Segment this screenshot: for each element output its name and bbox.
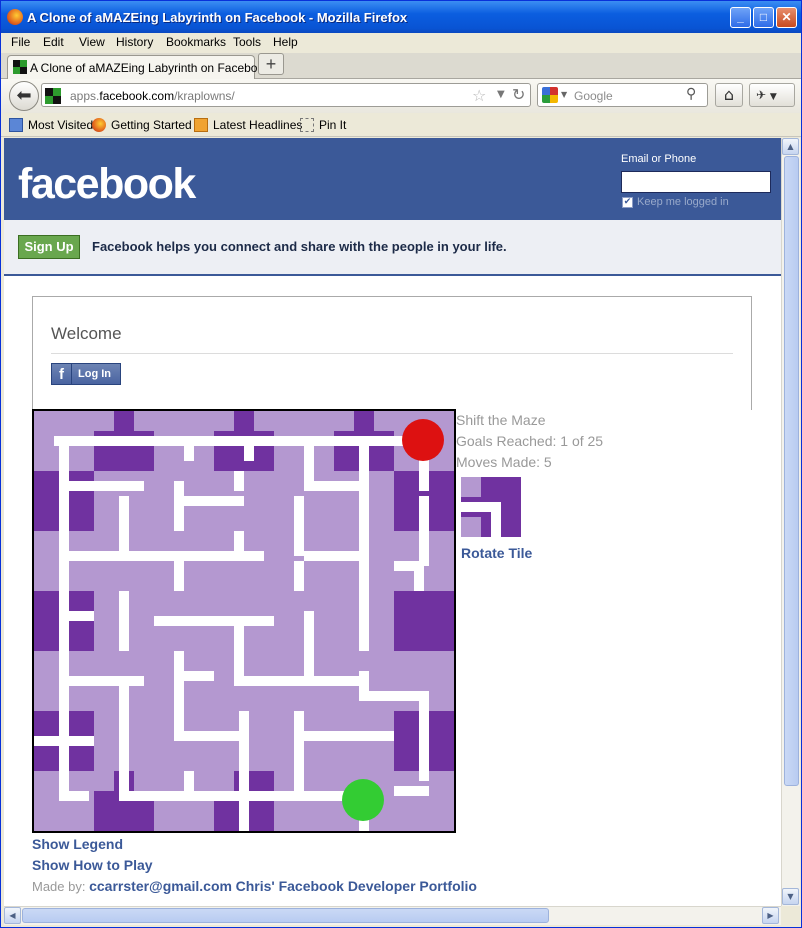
- menu-file[interactable]: File: [11, 35, 30, 49]
- search-bar[interactable]: ▼ Google ⚲: [537, 83, 708, 107]
- player-marker[interactable]: [342, 779, 384, 821]
- menu-tools[interactable]: Tools: [233, 35, 261, 49]
- rotate-tile-link[interactable]: Rotate Tile: [461, 545, 532, 561]
- bookmark-getting-started[interactable]: Getting Started: [92, 118, 192, 132]
- tab-title: A Clone of aMAZEing Labyrinth on Faceboo…: [30, 61, 271, 75]
- vertical-scrollbar[interactable]: ▲ ▼: [781, 138, 800, 906]
- tagline: Facebook helps you connect and share wit…: [92, 239, 507, 254]
- maze-svg: [34, 411, 454, 831]
- bookmark-page-icon: [300, 118, 314, 132]
- vertical-scroll-thumb[interactable]: [784, 156, 799, 786]
- log-in-button[interactable]: f Log In: [51, 363, 121, 385]
- moves-made: Moves Made: 5: [456, 454, 552, 470]
- google-engine-icon[interactable]: [542, 87, 558, 103]
- facebook-header: facebook Email or Phone ✔ Keep me logged…: [4, 138, 781, 220]
- home-button[interactable]: ⌂: [715, 83, 743, 107]
- address-bar[interactable]: apps.facebook.com/kraplowns/ ☆ ▼ ↻: [41, 83, 531, 107]
- maze-board[interactable]: [32, 409, 456, 833]
- signup-banner: Sign Up Facebook helps you connect and s…: [4, 220, 781, 276]
- author-email-link[interactable]: ccarrster@gmail.com: [89, 878, 232, 894]
- show-legend-link[interactable]: Show Legend: [32, 836, 123, 852]
- scroll-down-icon[interactable]: ▼: [782, 888, 799, 905]
- scroll-right-icon[interactable]: ▶: [762, 907, 779, 924]
- browser-window: A Clone of aMAZEing Labyrinth on Faceboo…: [0, 0, 802, 928]
- shift-arrow-tile[interactable]: [394, 591, 454, 651]
- email-field[interactable]: [621, 171, 771, 193]
- welcome-title: Welcome: [51, 324, 122, 343]
- spare-tile[interactable]: [461, 477, 521, 537]
- window-title: A Clone of aMAZEing Labyrinth on Faceboo…: [27, 10, 408, 25]
- portfolio-link[interactable]: Chris' Facebook Developer Portfolio: [236, 878, 477, 894]
- horizontal-scrollbar[interactable]: ◀ ▶: [4, 906, 781, 925]
- tab-active[interactable]: A Clone of aMAZEing Labyrinth on Faceboo…: [7, 55, 270, 79]
- status-title: Shift the Maze: [456, 412, 546, 428]
- divider: [51, 353, 733, 354]
- scroll-up-icon[interactable]: ▲: [782, 138, 799, 155]
- reload-icon[interactable]: ↻: [512, 85, 525, 104]
- goal-marker: [402, 419, 444, 461]
- title-bar: A Clone of aMAZEing Labyrinth on Faceboo…: [1, 1, 801, 33]
- made-by-label: Made by: ccarrster@gmail.com Chris' Face…: [32, 878, 477, 894]
- back-button[interactable]: ⬅: [9, 81, 39, 111]
- menu-history[interactable]: History: [116, 35, 153, 49]
- back-arrow-icon: ⬅: [16, 85, 32, 106]
- app-favicon-icon: [13, 60, 27, 74]
- bookmark-pin-it[interactable]: Pin It: [300, 118, 346, 132]
- goals-reached: Goals Reached: 1 of 25: [456, 433, 604, 449]
- address-text: apps.facebook.com/kraplowns/: [70, 89, 235, 103]
- menu-view[interactable]: View: [79, 35, 105, 49]
- search-icon[interactable]: ⚲: [686, 86, 696, 102]
- addon-dropdown-icon[interactable]: ▼: [770, 92, 777, 102]
- facebook-f-icon: f: [52, 364, 72, 384]
- bookmark-most-visited[interactable]: Most Visited: [9, 118, 93, 132]
- bookmark-star-icon[interactable]: ☆: [472, 86, 486, 105]
- close-button[interactable]: ✕: [776, 7, 797, 28]
- menu-help[interactable]: Help: [273, 35, 298, 49]
- log-in-label: Log In: [78, 368, 111, 380]
- sign-up-button[interactable]: Sign Up: [18, 235, 80, 259]
- bookmarks-toolbar: Most Visited Getting Started Latest Head…: [1, 113, 801, 137]
- show-how-to-play-link[interactable]: Show How to Play: [32, 857, 153, 873]
- home-icon: ⌂: [723, 85, 735, 104]
- tab-strip: A Clone of aMAZEing Labyrinth on Faceboo…: [1, 53, 801, 79]
- welcome-panel: Welcome f Log In: [32, 296, 752, 410]
- email-label: Email or Phone: [621, 153, 697, 165]
- engine-dropdown-icon[interactable]: ▼: [561, 90, 567, 99]
- menu-bar: File Edit View History Bookmarks Tools H…: [1, 33, 801, 53]
- keep-logged-in-checkbox[interactable]: ✔: [622, 197, 633, 208]
- rss-feed-icon: [194, 118, 208, 132]
- horizontal-scroll-thumb[interactable]: [22, 908, 549, 923]
- minimize-button[interactable]: _: [730, 7, 751, 28]
- bookmark-latest-headlines[interactable]: Latest Headlines: [194, 118, 302, 132]
- bookmark-folder-icon: [9, 118, 23, 132]
- site-favicon-icon: [45, 88, 61, 104]
- history-dropdown-icon[interactable]: ▼: [497, 89, 505, 100]
- addon-button[interactable]: ✈ ▼: [749, 83, 795, 107]
- keep-logged-in-label: Keep me logged in: [637, 196, 729, 208]
- search-placeholder: Google: [574, 89, 613, 103]
- spare-tile-svg: [461, 477, 501, 537]
- menu-bookmarks[interactable]: Bookmarks: [166, 35, 226, 49]
- facebook-logo[interactable]: facebook: [18, 160, 196, 209]
- new-tab-button[interactable]: +: [258, 53, 284, 75]
- scroll-left-icon[interactable]: ◀: [4, 907, 21, 924]
- addon-icon: ✈: [756, 88, 767, 102]
- menu-edit[interactable]: Edit: [43, 35, 64, 49]
- maximize-button[interactable]: □: [753, 7, 774, 28]
- page-content: facebook Email or Phone ✔ Keep me logged…: [4, 138, 781, 906]
- firefox-icon: [92, 118, 106, 132]
- firefox-icon: [7, 9, 23, 25]
